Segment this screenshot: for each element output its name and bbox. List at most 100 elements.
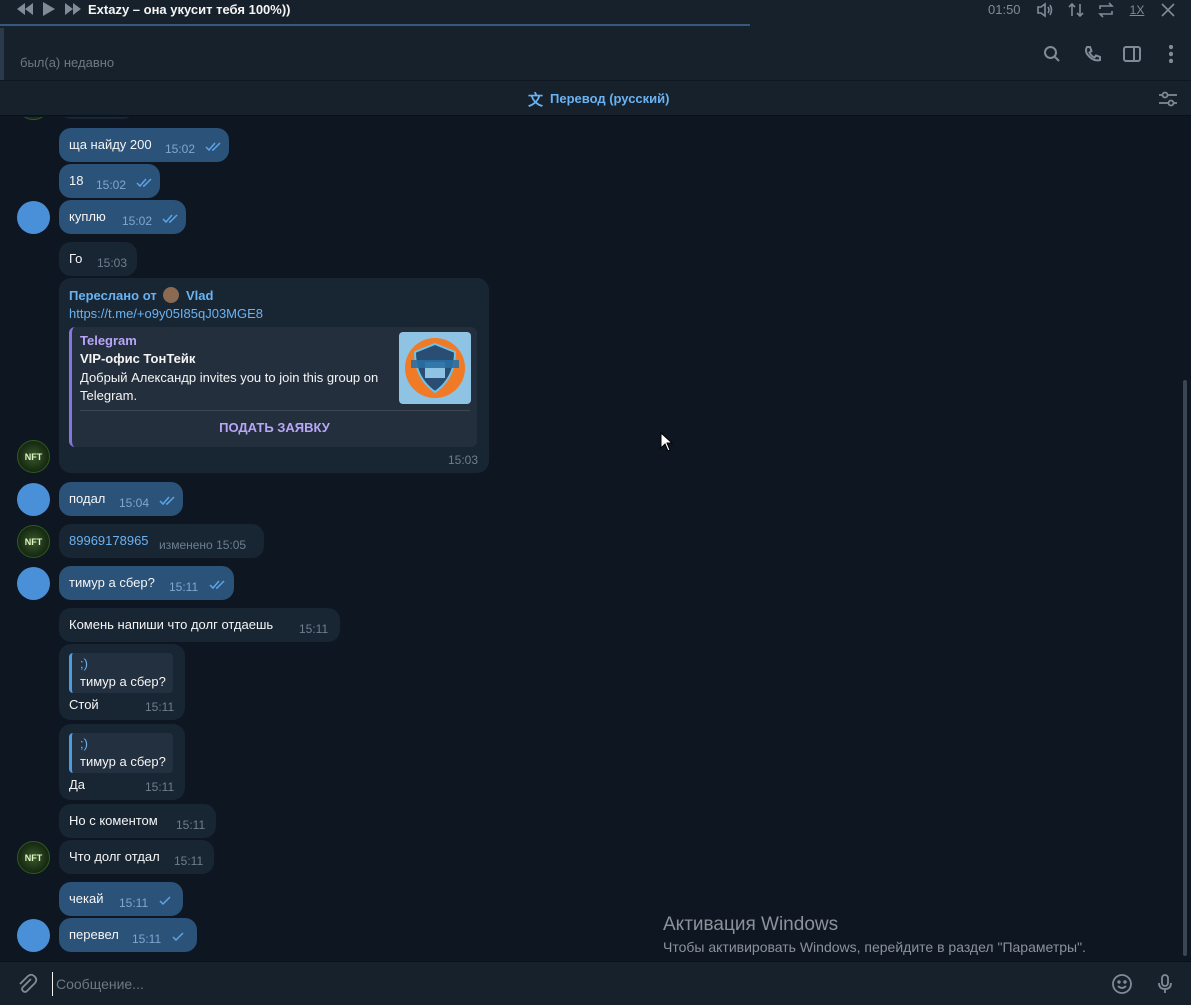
message-time: 15:11 [119, 896, 149, 910]
user-status: был(а) недавно [20, 55, 115, 70]
phone-icon[interactable] [1081, 42, 1105, 66]
reply-quote[interactable]: ;) тимур а сбер? [69, 733, 173, 773]
avatar-label: NFT [24, 852, 43, 863]
message-time: 15:11 [145, 780, 175, 794]
message-time: 15:02 [122, 214, 153, 228]
mic-icon[interactable] [1154, 973, 1178, 997]
message-bubble[interactable] [59, 117, 135, 119]
message-bubble[interactable]: чекай 15:11 [59, 882, 183, 916]
chat-header: был(а) недавно [0, 28, 1191, 80]
next-icon[interactable] [60, 0, 86, 18]
message-bubble[interactable]: куплю 15:02 [59, 200, 186, 234]
play-icon[interactable] [36, 0, 62, 18]
double-check-icon [162, 212, 180, 227]
preview-description: Добрый Александр invites you to join thi… [80, 370, 379, 403]
message-text: чекай [69, 891, 104, 906]
message-bubble[interactable]: перевел 15:11 [59, 918, 197, 952]
avatar[interactable] [17, 919, 50, 952]
message-bubble[interactable]: Что долг отдал 15:11 [59, 840, 214, 874]
activation-watermark-title: Активация Windows [663, 914, 839, 935]
message-time: 15:02 [165, 142, 196, 156]
message-bubble[interactable]: ща найду 200 15:02 [59, 128, 229, 162]
avatar-label: NFT [24, 451, 43, 462]
speed-button[interactable]: 1X [1126, 1, 1148, 19]
track-time: 01:50 [988, 2, 1021, 17]
message-bubble[interactable]: ;) тимур а сбер? Да 15:11 [59, 724, 185, 800]
message-text: Что долг отдал [69, 849, 160, 864]
forward-header[interactable]: Переслано от Vlad [69, 287, 213, 303]
message-time: 15:04 [119, 496, 150, 510]
phone-number-link[interactable]: 89969178965 [69, 533, 149, 548]
sidebar-icon[interactable] [1120, 42, 1144, 66]
message-bubble[interactable]: Комень напиши что долг отдаешь 15:11 [59, 608, 340, 642]
message-text: тимур а сбер? [69, 575, 155, 590]
reply-text: тимур а сбер? [80, 754, 166, 769]
reply-quote[interactable]: ;) тимур а сбер? [69, 653, 173, 693]
message-input[interactable] [52, 972, 1092, 996]
check-icon [159, 894, 173, 909]
avatar[interactable]: NFT [17, 841, 50, 874]
track-progress[interactable] [0, 24, 1191, 26]
message-bubble[interactable]: тимур а сбер? 15:11 [59, 566, 234, 600]
message-time: 15:11 [176, 818, 206, 832]
message-time: 15:11 [169, 580, 199, 594]
message-text: Стой [69, 697, 99, 712]
close-icon[interactable] [1157, 1, 1179, 19]
preview-title: VIP-офис ТонТейк [80, 351, 196, 366]
message-bubble[interactable]: подал 15:04 [59, 482, 183, 516]
attach-icon[interactable] [16, 973, 40, 997]
forward-from[interactable]: Vlad [186, 288, 213, 303]
message-list[interactable]: ща найду 200 15:02 18 15:02 куплю 15:02 … [0, 117, 1180, 961]
message-bubble[interactable]: 89969178965 изменено 15:05 [59, 524, 264, 558]
avatar[interactable] [17, 201, 50, 234]
link-preview[interactable]: Telegram VIP-офис ТонТейк Добрый Алексан… [69, 327, 477, 447]
double-check-icon [136, 176, 154, 191]
more-icon[interactable] [1159, 42, 1183, 66]
message-time: 15:11 [299, 622, 329, 636]
settings-icon[interactable] [1158, 90, 1178, 113]
avatar[interactable] [17, 117, 50, 120]
avatar [163, 287, 180, 303]
reply-author: ;) [80, 656, 88, 671]
message-bubble[interactable]: ;) тимур а сбер? Стой 15:11 [59, 644, 185, 720]
message-bubble[interactable]: Го 15:03 [59, 242, 137, 276]
avatar[interactable] [17, 567, 50, 600]
message-time: 15:03 [448, 453, 479, 467]
double-check-icon [159, 494, 177, 509]
reply-author: ;) [80, 736, 88, 751]
translate-bar[interactable]: 文 Перевод (русский) [0, 80, 1191, 116]
check-icon [172, 930, 186, 945]
message-time: 15:11 [174, 854, 204, 868]
divider [80, 410, 470, 411]
message-bubble[interactable]: Но с коментом 15:11 [59, 804, 216, 838]
track-title[interactable]: Extazy – она укусит тебя 100%)) [88, 2, 291, 17]
forwarded-message[interactable]: Переслано от Vlad https://t.me/+o9y05I85… [59, 278, 489, 473]
double-check-icon [205, 140, 223, 155]
order-icon[interactable] [1065, 1, 1087, 19]
message-bubble[interactable]: 18 15:02 [59, 164, 160, 198]
shield-logo-icon [405, 338, 465, 398]
message-text: ща найду 200 [69, 137, 152, 152]
invite-link[interactable]: https://t.me/+o9y05I85qJ03MGE8 [69, 306, 263, 321]
message-text: куплю [69, 209, 106, 224]
scrollbar[interactable] [1183, 380, 1187, 956]
translate-label[interactable]: Перевод (русский) [550, 91, 669, 106]
avatar[interactable]: NFT [17, 525, 50, 558]
avatar[interactable] [17, 483, 50, 516]
message-composer [0, 961, 1191, 1005]
avatar[interactable]: NFT [17, 440, 50, 473]
track-progress-fill [0, 24, 751, 26]
message-text: Но с коментом [69, 813, 158, 828]
emoji-icon[interactable] [1111, 973, 1135, 997]
message-text: Да [69, 777, 86, 792]
translate-icon: 文 [528, 92, 544, 109]
message-text: Го [69, 251, 83, 266]
search-icon[interactable] [1040, 42, 1064, 66]
message-text: 18 [69, 173, 84, 188]
volume-icon[interactable] [1034, 1, 1056, 19]
prev-icon[interactable] [12, 0, 38, 18]
mouse-cursor-icon [660, 432, 674, 452]
request-join-button[interactable]: ПОДАТЬ ЗАЯВКУ [72, 413, 477, 443]
repeat-icon[interactable] [1095, 1, 1117, 19]
preview-site: Telegram [80, 333, 137, 348]
